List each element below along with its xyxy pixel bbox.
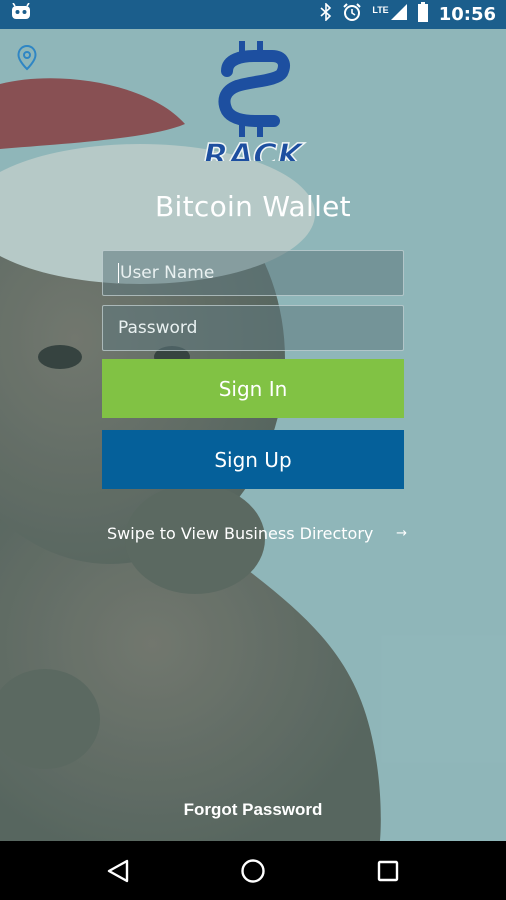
navigation-bar — [0, 841, 506, 900]
rack-logo: RACK — [182, 41, 324, 176]
sign-up-button[interactable]: Sign Up — [102, 430, 404, 489]
status-bar: LTE 10:56 — [0, 0, 506, 29]
bluetooth-icon — [320, 2, 332, 26]
forgot-password-link[interactable]: Forgot Password — [0, 800, 506, 820]
recents-icon[interactable] — [368, 851, 408, 891]
logo-text: RACK — [203, 136, 305, 161]
username-placeholder: User Name — [120, 263, 215, 283]
username-field[interactable]: User Name — [102, 250, 404, 296]
swipe-text: Swipe to View Business Directory — [107, 524, 374, 543]
bitcoin-logo-icon: RACK — [202, 41, 306, 176]
swipe-directory-link[interactable]: Swipe to View Business Directory → — [107, 524, 407, 543]
arrow-right-icon: → — [396, 526, 407, 541]
password-placeholder: Password — [118, 318, 198, 338]
home-icon[interactable] — [233, 851, 273, 891]
android-debug-icon — [10, 2, 32, 26]
back-icon[interactable] — [98, 851, 138, 891]
password-field[interactable]: Password — [102, 305, 404, 351]
battery-icon — [417, 2, 429, 27]
login-screen: RACK Bitcoin Wallet User Name Password S… — [0, 29, 506, 841]
location-pin-icon[interactable] — [17, 44, 37, 71]
sign-in-button[interactable]: Sign In — [102, 359, 404, 418]
text-caret — [118, 263, 119, 283]
alarm-icon — [342, 2, 362, 27]
app-title: Bitcoin Wallet — [155, 190, 351, 223]
network-type-label: LTE — [372, 4, 389, 15]
signal-icon — [390, 4, 407, 25]
status-time: 10:56 — [438, 4, 496, 25]
